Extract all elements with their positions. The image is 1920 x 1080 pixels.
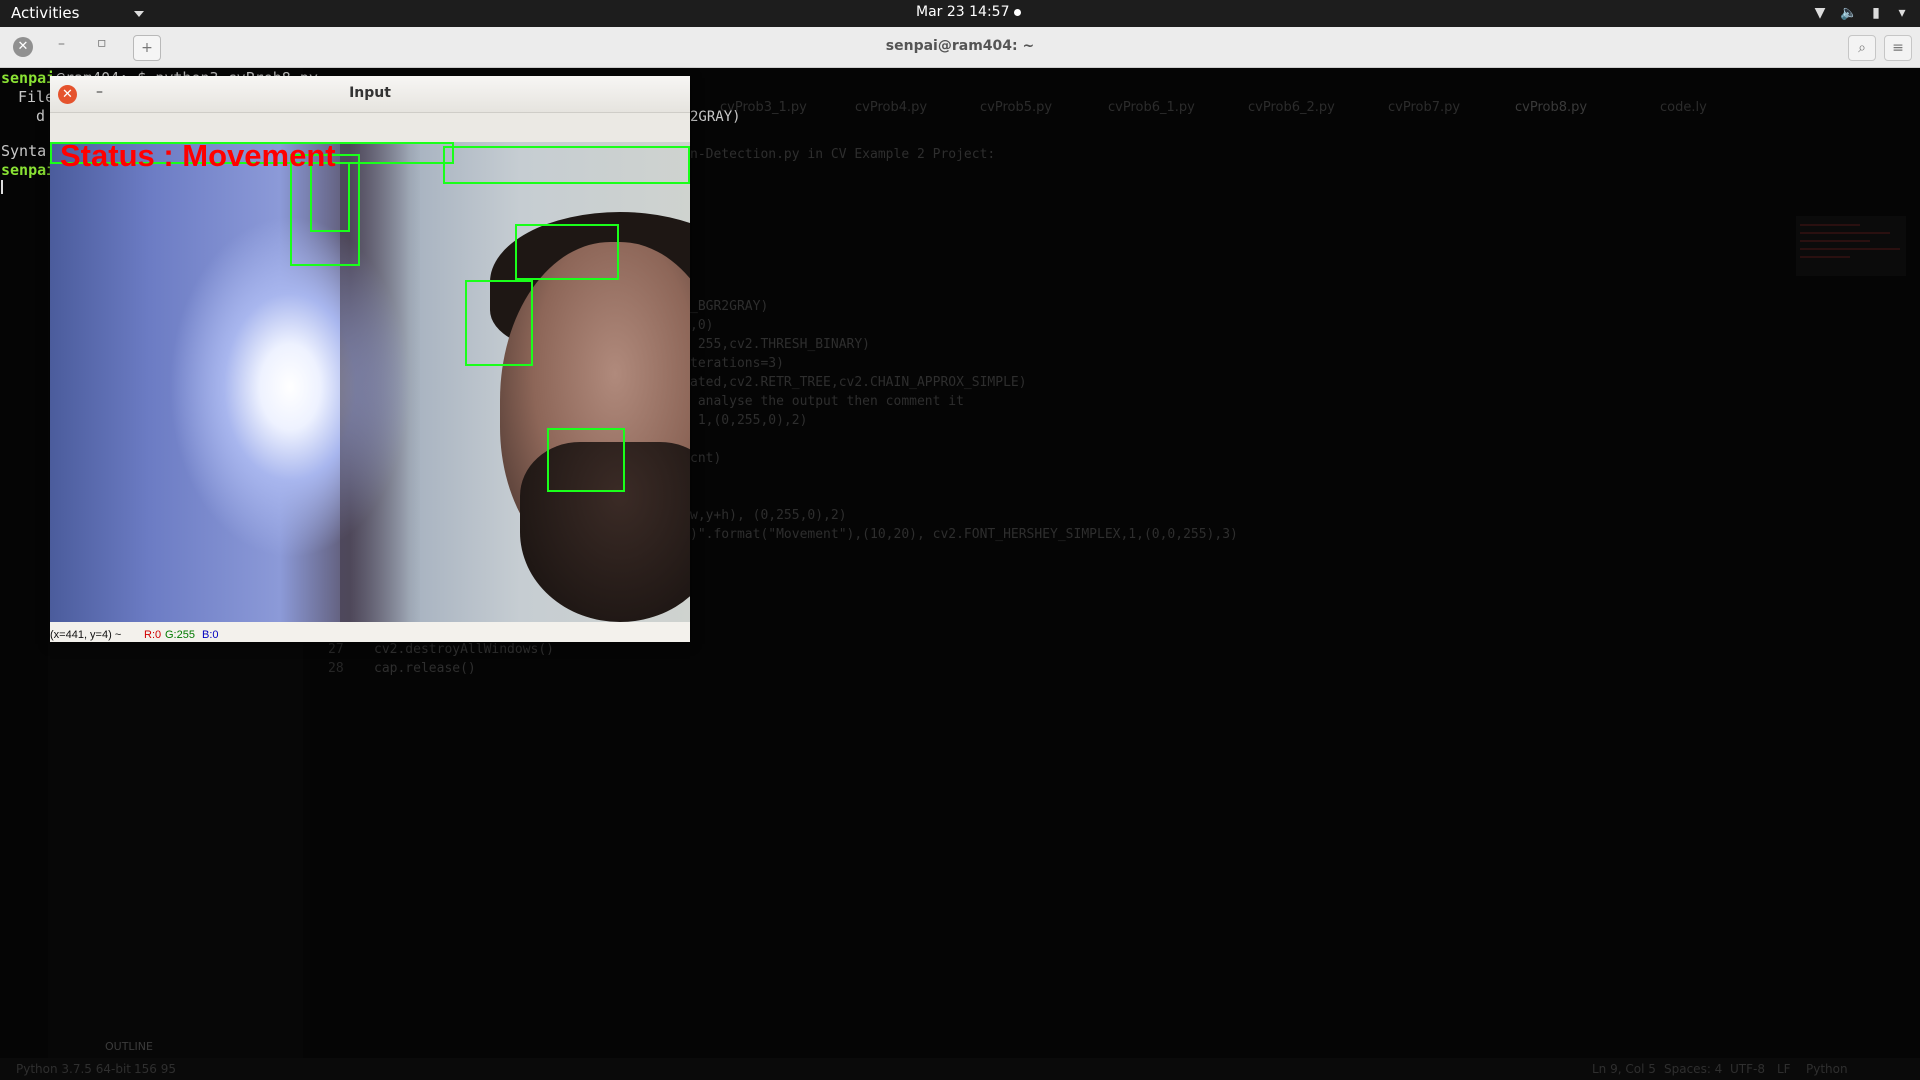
line-ending[interactable]: LF (1777, 1062, 1791, 1076)
tab[interactable]: code.ly (1660, 100, 1707, 115)
activities-button[interactable]: Activities (11, 4, 79, 22)
pixel-red-value: R:0 (144, 629, 162, 641)
camera-frame[interactable]: Status : Movement (50, 142, 690, 622)
editor-tabs: cvProb3_1.py cvProb4.py cvProb5.py cvPro… (680, 94, 1920, 122)
code-line: 1,(0,255,0),2) (690, 413, 808, 428)
terminal-file-menu: File (18, 88, 55, 106)
activity-bar (0, 68, 48, 1058)
opencv-input-window: ✕ – Input Status : Movement (x=441, y=4)… (50, 76, 690, 642)
code-comment: analyse the output then comment it (690, 394, 964, 409)
code-line: cap.release() (374, 661, 476, 676)
outline-section-label[interactable]: OUTLINE (105, 1040, 153, 1053)
cv-window-title: Input (349, 85, 391, 101)
terminal-cursor (1, 180, 3, 194)
code-line: ated,cv2.RETR_TREE,cv2.CHAIN_APPROX_SIMP… (690, 375, 1027, 390)
notification-dot-icon (1014, 8, 1022, 16)
terminal-syntax-line: Synta (1, 142, 47, 160)
code-line: cnt) (690, 451, 722, 466)
system-menu-arrow-icon[interactable]: ▾ (1894, 5, 1910, 21)
python-interpreter[interactable]: Python 3.7.5 64-bit (16, 1062, 131, 1076)
battery-icon[interactable]: ▮ (1868, 5, 1884, 21)
tab[interactable]: cvProb5.py (980, 100, 1052, 115)
pixel-coordinates: (x=441, y=4) ~ (50, 629, 122, 641)
terminal-title: senpai@ram404: ~ (885, 38, 1035, 54)
volume-icon[interactable]: 🔈 (1840, 5, 1857, 21)
encoding[interactable]: UTF-8 (1730, 1062, 1765, 1076)
cv-window-titlebar[interactable]: ✕ – Input (50, 76, 690, 113)
terminal-prompt-user: senpai (1, 161, 56, 179)
cv-window-toolbar (50, 113, 690, 142)
code-line: w,y+h), (0,255,0),2) (690, 508, 847, 523)
motion-bounding-box (547, 428, 625, 492)
code-line: )".format("Movement"),(10,20), cv2.FONT_… (690, 527, 1238, 542)
tab[interactable]: cvProb4.py (855, 100, 927, 115)
code-line: 255,cv2.THRESH_BINARY) (690, 337, 871, 352)
vscode-status-bar: Python 3.7.5 64-bit 156 95 Ln 9, Col 5 S… (0, 1058, 1920, 1080)
pixel-blue-value: B:0 (202, 629, 219, 641)
code-line: ,0) (690, 318, 714, 333)
search-icon[interactable]: ⌕ (1848, 35, 1876, 61)
tab[interactable]: cvProb6_2.py (1248, 100, 1335, 115)
line-number: 28 (328, 661, 344, 676)
cursor-position[interactable]: Ln 9, Col 5 (1592, 1062, 1656, 1076)
minimap[interactable] (1796, 216, 1906, 276)
language-mode[interactable]: Python (1806, 1062, 1848, 1076)
code-line: terations=3) (690, 356, 784, 371)
tab[interactable]: cvProb6_1.py (1108, 100, 1195, 115)
cv-window-statusbar: (x=441, y=4) ~ R:0 G:255 B:0 (50, 622, 690, 642)
terminal-prompt-user: senpai (1, 69, 56, 87)
minimap-graphic (1796, 216, 1906, 276)
app-menu-arrow-icon[interactable] (134, 11, 144, 17)
tab-active[interactable]: cvProb8.py (1515, 100, 1587, 115)
line-number: 27 (328, 642, 344, 657)
clock-text: Mar 23 14:57 (916, 4, 1010, 20)
code-line: _BGR2GRAY) (690, 299, 769, 314)
pixel-green-value: G:255 (165, 629, 195, 641)
terminal-headerbar: ✕ – ▫ + senpai@ram404: ~ ⌕ ≡ (0, 27, 1920, 68)
terminal-path-fragment: d (36, 107, 46, 125)
wifi-icon[interactable]: ▼ (1812, 5, 1828, 21)
indentation[interactable]: Spaces: 4 (1664, 1062, 1722, 1076)
motion-bounding-box (465, 280, 533, 366)
hamburger-menu-icon[interactable]: ≡ (1884, 35, 1912, 61)
motion-bounding-box (515, 224, 619, 280)
status-overlay-text: Status : Movement (60, 142, 336, 173)
system-top-bar: Activities Mar 23 14:57 ▼ 🔈 ▮ ▾ (0, 0, 1920, 27)
problems-count[interactable]: 156 95 (134, 1062, 176, 1076)
tab[interactable]: cvProb7.py (1388, 100, 1460, 115)
motion-bounding-box (443, 146, 690, 184)
code-line: 2GRAY) (690, 109, 741, 125)
clock[interactable]: Mar 23 14:57 (916, 4, 1022, 20)
code-line: cv2.destroyAllWindows() (374, 642, 555, 657)
code-line: n-Detection.py in CV Example 2 Project: (690, 147, 996, 162)
